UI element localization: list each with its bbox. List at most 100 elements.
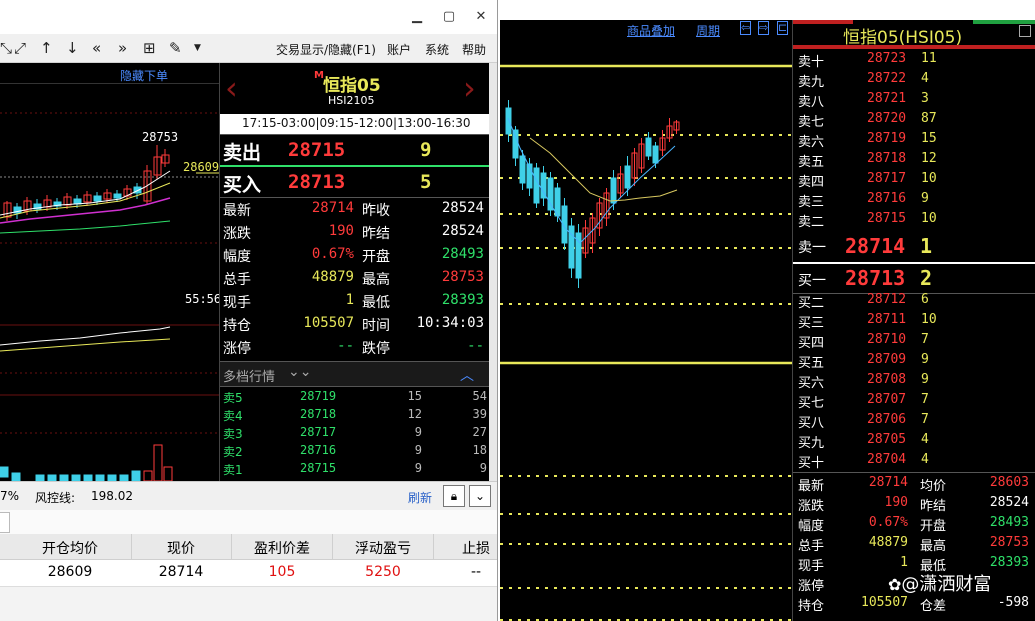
ladder-price: 28712 bbox=[867, 292, 907, 307]
period-link[interactable]: 周期 bbox=[696, 22, 720, 39]
ladder-row[interactable]: 卖九 28722 4 bbox=[793, 71, 1035, 91]
summary-label: 仓差 bbox=[920, 599, 947, 614]
ladder-label: 卖七 bbox=[798, 115, 825, 130]
ladder-row[interactable]: 卖二 28715 10 bbox=[793, 211, 1035, 231]
ladder-row[interactable]: 买三 28711 10 bbox=[793, 312, 1035, 332]
refresh-link[interactable]: 刷新 bbox=[408, 489, 432, 506]
cell-floating-pnl: 5250 bbox=[365, 564, 401, 580]
minimize-icon[interactable]: ▁ bbox=[406, 8, 428, 26]
table-row[interactable]: 28609 28714 105 5250 -- bbox=[0, 560, 497, 587]
depth-row[interactable]: 卖2 28716 9 18 bbox=[220, 443, 490, 461]
menu-help[interactable]: 帮助 bbox=[462, 41, 486, 58]
overlay-link[interactable]: 商品叠加 bbox=[627, 22, 675, 39]
menu-account[interactable]: 账户 bbox=[387, 41, 411, 58]
ladder-row[interactable]: 卖七 28720 87 bbox=[793, 111, 1035, 131]
menu-system[interactable]: 系统 bbox=[425, 41, 449, 58]
order-book-panel: 恒指05(HSI05) 卖十 28723 11 卖九 28722 4 卖八 28721 3 卖七 2… bbox=[792, 20, 1035, 621]
ladder-volume: 10 bbox=[921, 171, 937, 186]
depth-label: 卖1 bbox=[223, 463, 243, 477]
session-bar: 17:15-03:00|09:15-12:00|13:00-16:30 bbox=[220, 114, 490, 135]
tab-stub[interactable] bbox=[0, 512, 10, 533]
ladder-row[interactable]: 买十 28704 4 bbox=[793, 452, 1035, 472]
ladder-row[interactable]: 买七 28707 7 bbox=[793, 392, 1035, 412]
ladder-row[interactable]: 卖八 28721 3 bbox=[793, 91, 1035, 111]
lock-icon[interactable]: 🔒︎ bbox=[443, 485, 465, 507]
ladder-label: 卖二 bbox=[798, 215, 825, 230]
ladder-price: 28705 bbox=[867, 432, 907, 447]
ladder-row[interactable]: 卖三 28716 9 bbox=[793, 191, 1035, 211]
summary-label: 涨停 bbox=[798, 579, 825, 594]
fast-forward-icon[interactable]: » bbox=[118, 39, 127, 57]
ladder-price: 28722 bbox=[867, 71, 907, 86]
depth-price: 28718 bbox=[300, 407, 337, 421]
grid-icon[interactable]: ⊞ bbox=[143, 39, 156, 57]
rewind-icon[interactable]: « bbox=[92, 39, 101, 57]
ladder-row[interactable]: 买八 28706 7 bbox=[793, 412, 1035, 432]
col-current-price[interactable]: 现价 bbox=[132, 538, 230, 558]
draw-pen-icon[interactable]: ✎ bbox=[169, 39, 182, 57]
depth-cumulative: 54 bbox=[472, 389, 487, 403]
next-symbol-icon[interactable]: › bbox=[463, 72, 476, 104]
depth-row[interactable]: 卖1 28715 9 9 bbox=[220, 461, 490, 479]
depth-row[interactable]: 卖5 28719 15 54 bbox=[220, 389, 490, 407]
kline-chart-left[interactable]: 隐藏下单 28753 28609 55:56 bbox=[0, 63, 219, 481]
prev-symbol-icon[interactable]: ‹ bbox=[225, 72, 238, 104]
countdown-label: 55:56 bbox=[185, 292, 219, 306]
maximize-icon[interactable]: ▢ bbox=[438, 8, 460, 26]
symbol-code: HSI2105 bbox=[328, 94, 375, 107]
depth-title: 多档行情 bbox=[223, 370, 276, 385]
close-icon[interactable]: ✕ bbox=[470, 8, 492, 26]
col-open-avg[interactable]: 开仓均价 bbox=[10, 538, 130, 558]
best-ask-row[interactable]: 卖出 28715 9 bbox=[220, 135, 490, 167]
watermark-text: @潇洒财富 bbox=[901, 574, 992, 595]
col-profit-spread[interactable]: 盈利价差 bbox=[232, 538, 332, 558]
ladder-row[interactable]: 卖十 28723 11 bbox=[793, 51, 1035, 71]
bid1-row[interactable]: 买一 28713 2 bbox=[793, 264, 1035, 294]
depth-row[interactable]: 卖3 28717 9 27 bbox=[220, 425, 490, 443]
ladder-row[interactable]: 买二 28712 6 bbox=[793, 292, 1035, 312]
best-bid-row[interactable]: 买入 28713 5 bbox=[220, 167, 490, 198]
panel-toggle-icon[interactable] bbox=[1019, 25, 1031, 37]
ladder-row[interactable]: 买四 28710 7 bbox=[793, 332, 1035, 352]
ladder-label: 卖九 bbox=[798, 75, 825, 90]
ladder-row[interactable]: 卖四 28717 10 bbox=[793, 171, 1035, 191]
ladder-label: 买六 bbox=[798, 376, 825, 391]
depth-row[interactable]: 卖4 28718 12 39 bbox=[220, 407, 490, 425]
order-window: ▁ ▢ ✕ ⤡ ⤢ ↑ ↓ « » ⊞ ✎ ▼ 交易显示/隐藏(F1) 账户 系… bbox=[0, 0, 498, 621]
ladder-row[interactable]: 买九 28705 4 bbox=[793, 432, 1035, 452]
ladder-volume: 9 bbox=[921, 352, 929, 367]
menu-toggle-trade[interactable]: 交易显示/隐藏(F1) bbox=[276, 41, 376, 58]
col-floating-pnl[interactable]: 浮动盈亏 bbox=[333, 538, 433, 558]
ladder-row[interactable]: 买六 28708 9 bbox=[793, 372, 1035, 392]
ladder-label: 买七 bbox=[798, 396, 825, 411]
arrow-up-icon[interactable]: ↑ bbox=[40, 39, 53, 57]
ask1-row[interactable]: 卖一 28714 1 bbox=[793, 231, 1035, 264]
ladder-row[interactable]: 卖六 28719 15 bbox=[793, 131, 1035, 151]
scrollbar[interactable] bbox=[489, 63, 497, 481]
quote-row: 总手 48879 最高 28753 bbox=[220, 269, 490, 292]
stat-value: 0.67% bbox=[311, 246, 354, 262]
chevron-up-icon[interactable]: ︿ bbox=[460, 365, 474, 385]
stat-value: -- bbox=[467, 338, 484, 354]
ladder-label: 买三 bbox=[798, 316, 825, 331]
ladder-row[interactable]: 买五 28709 9 bbox=[793, 352, 1035, 372]
collapse-chevron-icon[interactable]: ⌄ bbox=[469, 485, 491, 507]
ladder-volume: 87 bbox=[921, 111, 937, 126]
summary-stats: 最新 28714 均价 28603 涨跌 190 昨结 28524 幅度 0.67% 开盘 28493… bbox=[793, 473, 1035, 621]
scroll-right-icon[interactable]: ⇨ bbox=[758, 21, 770, 35]
collapse-icon[interactable]: ⤢ bbox=[14, 39, 26, 57]
candle-body bbox=[113, 193, 122, 199]
dropdown-icon[interactable]: ▼ bbox=[194, 43, 201, 53]
high-price-label: 28753 bbox=[142, 130, 179, 144]
scroll-left-icon[interactable]: ⇦ bbox=[740, 21, 752, 35]
layout-icon[interactable]: ⊏ bbox=[777, 21, 789, 35]
arrow-down-icon[interactable]: ↓ bbox=[66, 39, 79, 57]
stat-value: 1 bbox=[345, 292, 354, 308]
expand-icon[interactable]: ⤡ bbox=[0, 39, 12, 57]
ladder-label: 买四 bbox=[798, 336, 825, 351]
double-chevron-down-icon[interactable]: ⌄⌄ bbox=[288, 364, 311, 380]
kline-chart-right[interactable] bbox=[500, 38, 792, 621]
ladder-row[interactable]: 卖五 28718 12 bbox=[793, 151, 1035, 171]
stat-label: 总手 bbox=[223, 272, 251, 288]
hide-order-link[interactable]: 隐藏下单 bbox=[120, 67, 168, 84]
